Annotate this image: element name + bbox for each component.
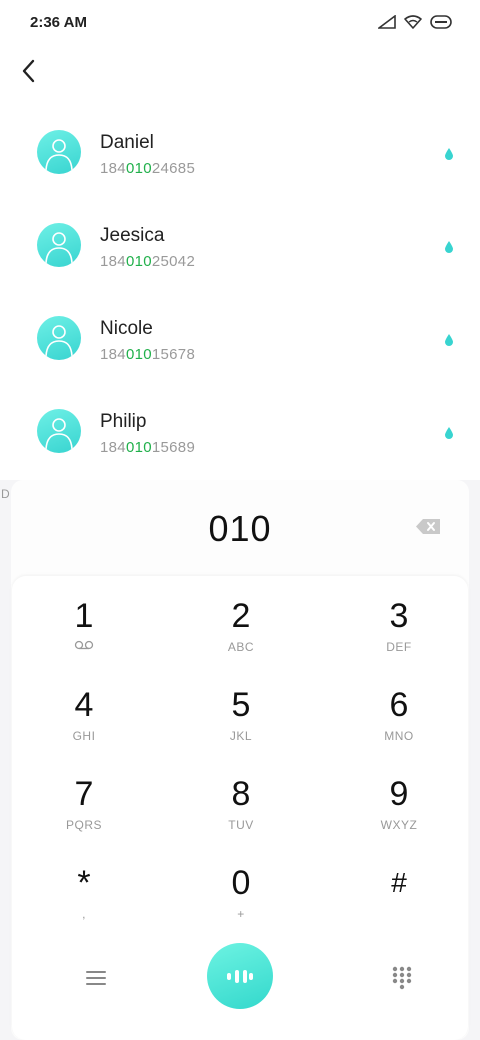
- dialer-bottom-bar: [16, 936, 464, 1022]
- key-letters: DEF: [386, 640, 412, 654]
- contact-row[interactable]: Jeesica 18401025042: [0, 201, 480, 294]
- key-digit: 9: [389, 775, 409, 813]
- keypad: 1 2 ABC 3 DEF 4 GHI 5 JKL 6 MNO 7 PQRS 8…: [12, 576, 468, 1040]
- status-icons: [378, 15, 452, 29]
- status-time: 2:36 AM: [30, 13, 87, 31]
- wifi-icon: [404, 15, 422, 29]
- number-suffix: 15678: [151, 346, 196, 363]
- avatar: [37, 316, 81, 360]
- person-icon: [45, 325, 73, 357]
- contact-number: 18401015689: [100, 439, 195, 456]
- key-digit: *: [77, 864, 91, 902]
- key-star[interactable]: * ,: [24, 863, 144, 943]
- key-5[interactable]: 5 JKL: [181, 685, 301, 765]
- contact-list: Daniel 18401024685 Jeesica 18401025042 N…: [0, 108, 480, 480]
- key-3[interactable]: 3 DEF: [339, 596, 459, 676]
- contact-name: Philip: [100, 411, 147, 432]
- backspace-icon: [416, 519, 440, 534]
- drop-icon[interactable]: [444, 333, 454, 347]
- contact-name: Daniel: [100, 132, 154, 153]
- key-digit: 7: [74, 775, 94, 813]
- key-letters: +: [237, 907, 245, 921]
- number-prefix: 184: [100, 160, 126, 177]
- number-prefix: 184: [100, 346, 126, 363]
- chevron-left-icon: [22, 59, 35, 83]
- avatar: [37, 409, 81, 453]
- drop-icon[interactable]: [444, 147, 454, 161]
- contact-number: 18401025042: [100, 253, 195, 270]
- key-4[interactable]: 4 GHI: [24, 685, 144, 765]
- key-digit: 0: [231, 864, 251, 902]
- avatar: [37, 130, 81, 174]
- number-match: 010: [125, 439, 152, 456]
- call-button[interactable]: [207, 943, 273, 1009]
- number-match: 010: [125, 346, 152, 363]
- key-6[interactable]: 6 MNO: [339, 685, 459, 765]
- key-letters: ,: [82, 907, 86, 921]
- key-digit: 3: [389, 597, 409, 635]
- contact-row[interactable]: Daniel 18401024685: [0, 108, 480, 201]
- key-hash[interactable]: #: [339, 863, 459, 943]
- call-icon: [227, 970, 253, 983]
- key-letters: ABC: [227, 640, 255, 654]
- side-index-letter[interactable]: D: [1, 487, 10, 501]
- number-prefix: 184: [100, 253, 126, 270]
- number-suffix: 25042: [151, 253, 196, 270]
- key-7[interactable]: 7 PQRS: [24, 774, 144, 854]
- dialpad-icon: [392, 966, 412, 990]
- number-match: 010: [125, 160, 152, 177]
- contact-row[interactable]: Nicole 18401015678: [0, 294, 480, 387]
- key-letters: MNO: [384, 729, 414, 743]
- backspace-button[interactable]: [415, 518, 441, 540]
- battery-icon: [430, 15, 452, 29]
- key-letters: GHI: [72, 729, 96, 743]
- key-2[interactable]: 2 ABC: [181, 596, 301, 676]
- dialer-panel: 010 1 2 ABC 3 DEF 4 GHI 5 JKL 6 MNO 7 PQ…: [11, 480, 469, 1040]
- key-digit: 4: [74, 686, 94, 724]
- menu-button[interactable]: [86, 970, 106, 991]
- key-letters: PQRS: [65, 818, 102, 832]
- number-prefix: 184: [100, 439, 126, 456]
- key-letters: JKL: [229, 729, 253, 743]
- person-icon: [45, 418, 73, 450]
- search-results-area: Daniel 18401024685 Jeesica 18401025042 N…: [0, 44, 480, 480]
- contact-number: 18401024685: [100, 160, 195, 177]
- key-digit: 2: [231, 597, 251, 635]
- key-digit: #: [391, 867, 407, 898]
- drop-icon[interactable]: [444, 426, 454, 440]
- key-digit: 5: [231, 686, 251, 724]
- number-suffix: 15689: [151, 439, 196, 456]
- back-button[interactable]: [14, 56, 44, 86]
- dialpad-toggle-button[interactable]: [392, 966, 412, 995]
- dialed-number-display: 010: [208, 508, 272, 549]
- voicemail-icon: [74, 640, 94, 650]
- key-9[interactable]: 9 WXYZ: [339, 774, 459, 854]
- contact-number: 18401015678: [100, 346, 195, 363]
- status-bar: 2:36 AM: [0, 0, 480, 44]
- drop-icon[interactable]: [444, 240, 454, 254]
- key-digit: 1: [74, 597, 94, 635]
- menu-icon: [86, 971, 106, 985]
- key-letters: TUV: [228, 818, 254, 832]
- number-match: 010: [125, 253, 152, 270]
- person-icon: [45, 232, 73, 264]
- person-icon: [45, 139, 73, 171]
- key-1[interactable]: 1: [24, 596, 144, 676]
- key-8[interactable]: 8 TUV: [181, 774, 301, 854]
- key-letters: WXYZ: [380, 818, 418, 832]
- key-digit: 8: [231, 775, 251, 813]
- contact-row[interactable]: Philip 18401015689: [0, 387, 480, 480]
- contact-name: Jeesica: [100, 225, 165, 246]
- avatar: [37, 223, 81, 267]
- contact-name: Nicole: [100, 318, 153, 339]
- key-0[interactable]: 0 +: [181, 863, 301, 943]
- key-digit: 6: [389, 686, 409, 724]
- number-suffix: 24685: [151, 160, 196, 177]
- signal-icon: [378, 15, 396, 29]
